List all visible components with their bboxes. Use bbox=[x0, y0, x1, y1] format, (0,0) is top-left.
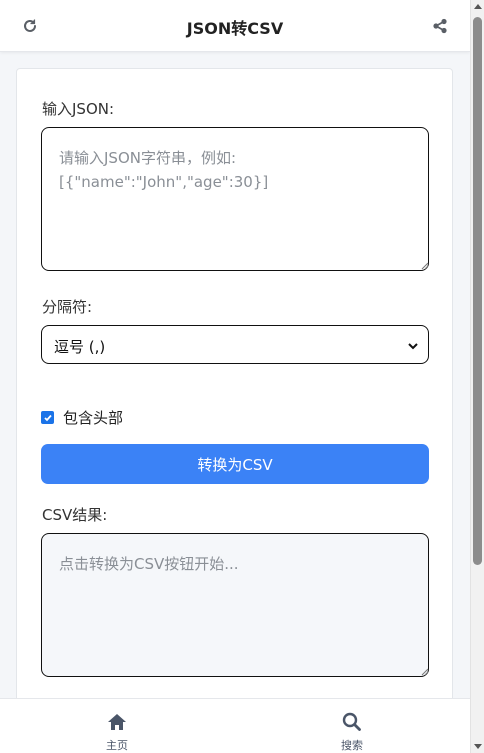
nav-search[interactable]: 搜索 bbox=[322, 712, 382, 753]
json-input[interactable]: 请输入JSON字符串，例如: [{"name":"John","age":30}… bbox=[41, 127, 429, 271]
csv-result-label: CSV结果: bbox=[42, 506, 108, 524]
nav-search-label: 搜索 bbox=[341, 739, 363, 752]
bottom-nav: 主页 搜索 bbox=[0, 698, 470, 753]
app-header: JSON转CSV bbox=[0, 0, 470, 52]
include-header-option[interactable]: 包含头部 bbox=[41, 407, 123, 428]
csv-output[interactable]: 点击转换为CSV按钮开始... bbox=[41, 533, 429, 677]
chevron-down-icon bbox=[407, 338, 419, 356]
scrollbar-thumb[interactable] bbox=[473, 17, 482, 565]
search-icon bbox=[342, 712, 361, 731]
converter-card: 输入JSON: 请输入JSON字符串，例如: [{"name":"John","… bbox=[16, 68, 453, 753]
resize-handle-icon[interactable] bbox=[421, 668, 429, 676]
home-icon bbox=[108, 714, 126, 730]
include-header-label: 包含头部 bbox=[63, 409, 124, 427]
convert-button[interactable]: 转换为CSV bbox=[41, 444, 429, 484]
scroll-up-icon[interactable] bbox=[474, 4, 482, 9]
separator-selected-value: 逗号 (,) bbox=[54, 338, 106, 356]
nav-home[interactable]: 主页 bbox=[87, 712, 147, 753]
include-header-checkbox[interactable] bbox=[41, 411, 54, 424]
nav-home-label: 主页 bbox=[106, 739, 128, 752]
resize-handle-icon[interactable] bbox=[421, 262, 429, 270]
scrollbar[interactable] bbox=[470, 0, 484, 753]
separator-label: 分隔符: bbox=[42, 298, 93, 316]
page-title: JSON转CSV bbox=[186, 19, 284, 38]
share-icon[interactable] bbox=[428, 14, 452, 38]
json-input-label: 输入JSON: bbox=[42, 100, 115, 118]
scroll-down-icon[interactable] bbox=[474, 744, 482, 749]
separator-select[interactable]: 逗号 (,) bbox=[41, 325, 429, 364]
